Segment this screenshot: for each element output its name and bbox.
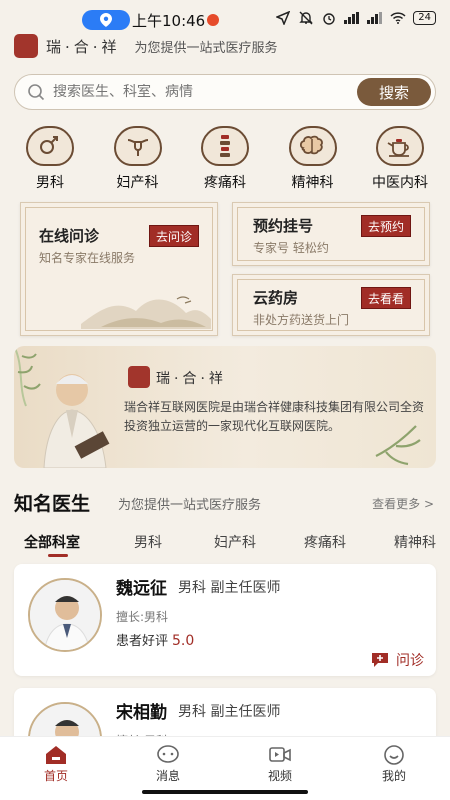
video-icon: [267, 743, 293, 767]
bamboo-leaves-decoration: [375, 425, 421, 466]
search-icon: [28, 84, 45, 101]
card-title: 在线问诊: [39, 227, 100, 245]
category-tcm[interactable]: 中医内科: [362, 126, 438, 192]
signal-2-icon: [367, 10, 383, 26]
tab-gynecology[interactable]: 妇产科: [214, 532, 256, 552]
pharmacy-card[interactable]: 云药房 非处方药送货上门 去看看: [232, 274, 430, 336]
alarm-icon: [321, 10, 337, 26]
card-subtitle: 知名专家在线服务: [39, 251, 136, 265]
card-subtitle: 专家号 轻松约: [253, 241, 329, 255]
category-label: 精神科: [291, 175, 334, 191]
banner-logo: [128, 366, 150, 388]
home-indicator: [142, 790, 308, 794]
category-label: 中医内科: [372, 175, 428, 191]
nav-video[interactable]: 视频: [250, 743, 310, 784]
appointment-card[interactable]: 预约挂号 专家号 轻松约 去预约: [232, 202, 430, 266]
nav-label: 首页: [43, 769, 68, 783]
wifi-icon: [390, 10, 406, 26]
category-label: 男科: [36, 175, 64, 191]
consult-label: 问诊: [396, 653, 424, 669]
navigation-icon: [275, 10, 291, 26]
recording-indicator: [207, 14, 219, 26]
category-pain[interactable]: 疼痛科: [187, 126, 263, 192]
brand-logo: [14, 34, 38, 58]
message-icon: [155, 743, 181, 767]
signal-icon: [344, 10, 360, 26]
tab-all-departments[interactable]: 全部科室: [24, 532, 80, 552]
nav-label: 我的: [381, 769, 406, 783]
status-time: 上午10:46: [132, 12, 206, 30]
card-subtitle: 非处方药送货上门: [253, 313, 350, 327]
status-bar: 上午10:46 24: [0, 0, 450, 36]
category-male[interactable]: 男科: [12, 126, 88, 192]
location-indicator: [82, 10, 130, 30]
nav-messages[interactable]: 消息: [138, 743, 198, 784]
online-consult-card[interactable]: 在线问诊 知名专家在线服务 去问诊: [20, 202, 218, 336]
home-icon: [43, 743, 69, 767]
appointment-button[interactable]: 去预约: [361, 215, 412, 237]
consult-button[interactable]: 问诊: [370, 650, 424, 670]
tab-male[interactable]: 男科: [134, 532, 162, 552]
mute-bell-icon: [298, 10, 314, 26]
male-icon: [26, 126, 74, 166]
tab-psychiatry[interactable]: 精神科: [394, 532, 436, 552]
doctor-rating: 患者好评 5.0: [116, 630, 194, 649]
search-bar: 搜索: [14, 74, 436, 110]
rating-value: 5.0: [172, 633, 195, 649]
view-more-link[interactable]: 查看更多 >: [372, 495, 434, 512]
app-screen: 上午10:46 24 瑞·合·祥 为您提供一站式医疗服务 搜索 男科: [0, 0, 450, 800]
doctor-title: 男科 副主任医师: [178, 580, 281, 596]
doctor-name: 宋相勤: [116, 703, 167, 723]
doctor-portrait-illustration: [14, 346, 110, 468]
department-tabs: 全部科室 男科 妇产科 疼痛科 精神科: [0, 528, 450, 558]
category-grid: 男科 妇产科 疼痛科 精神科 中医内科: [12, 126, 438, 192]
battery-indicator: 24: [413, 11, 436, 25]
teapot-icon: [376, 126, 424, 166]
brand-header: 瑞·合·祥 为您提供一站式医疗服务: [14, 32, 278, 60]
brand-slogan: 为您提供一站式医疗服务: [134, 40, 278, 56]
category-label: 妇产科: [116, 175, 159, 191]
banner-brand-name: 瑞·合·祥: [156, 371, 227, 387]
spine-icon: [201, 126, 249, 166]
nav-label: 消息: [155, 769, 180, 783]
profile-icon: [381, 743, 407, 767]
search-button[interactable]: 搜索: [357, 78, 431, 106]
chat-plus-icon: [372, 653, 388, 667]
category-label: 疼痛科: [204, 175, 246, 191]
hospital-intro-banner[interactable]: 瑞·合·祥 瑞合祥互联网医院是由瑞合祥健康科技集团有限公司全资投资独立运营的一家…: [14, 346, 436, 468]
tab-pain[interactable]: 疼痛科: [304, 532, 346, 552]
doctor-specialty: 擅长:男科: [116, 610, 169, 624]
doctor-card[interactable]: 魏远征 男科 副主任医师 擅长:男科 患者好评 5.0 问诊: [14, 564, 436, 676]
nav-profile[interactable]: 我的: [364, 743, 424, 784]
mountain-landscape-illustration: [81, 296, 211, 329]
doctor-name: 魏远征: [116, 579, 167, 599]
doctor-avatar: [28, 578, 102, 652]
rating-label: 患者好评: [116, 634, 169, 649]
card-title: 云药房: [253, 289, 299, 307]
brand-name: 瑞·合·祥: [46, 37, 121, 56]
section-title: 知名医生: [14, 493, 91, 515]
pharmacy-button[interactable]: 去看看: [361, 287, 412, 309]
location-icon: [100, 13, 112, 27]
nav-home[interactable]: 首页: [26, 743, 86, 784]
card-title: 预约挂号: [253, 217, 314, 235]
online-consult-button[interactable]: 去问诊: [149, 225, 200, 247]
uterus-icon: [113, 126, 162, 166]
section-subtitle: 为您提供一站式医疗服务: [118, 498, 262, 513]
category-psychiatry[interactable]: 精神科: [275, 126, 351, 192]
active-tab-indicator: [48, 554, 68, 557]
brain-icon: [288, 126, 337, 166]
category-gynecology[interactable]: 妇产科: [100, 126, 176, 192]
nav-label: 视频: [267, 769, 292, 783]
doctor-title: 男科 副主任医师: [178, 704, 281, 720]
